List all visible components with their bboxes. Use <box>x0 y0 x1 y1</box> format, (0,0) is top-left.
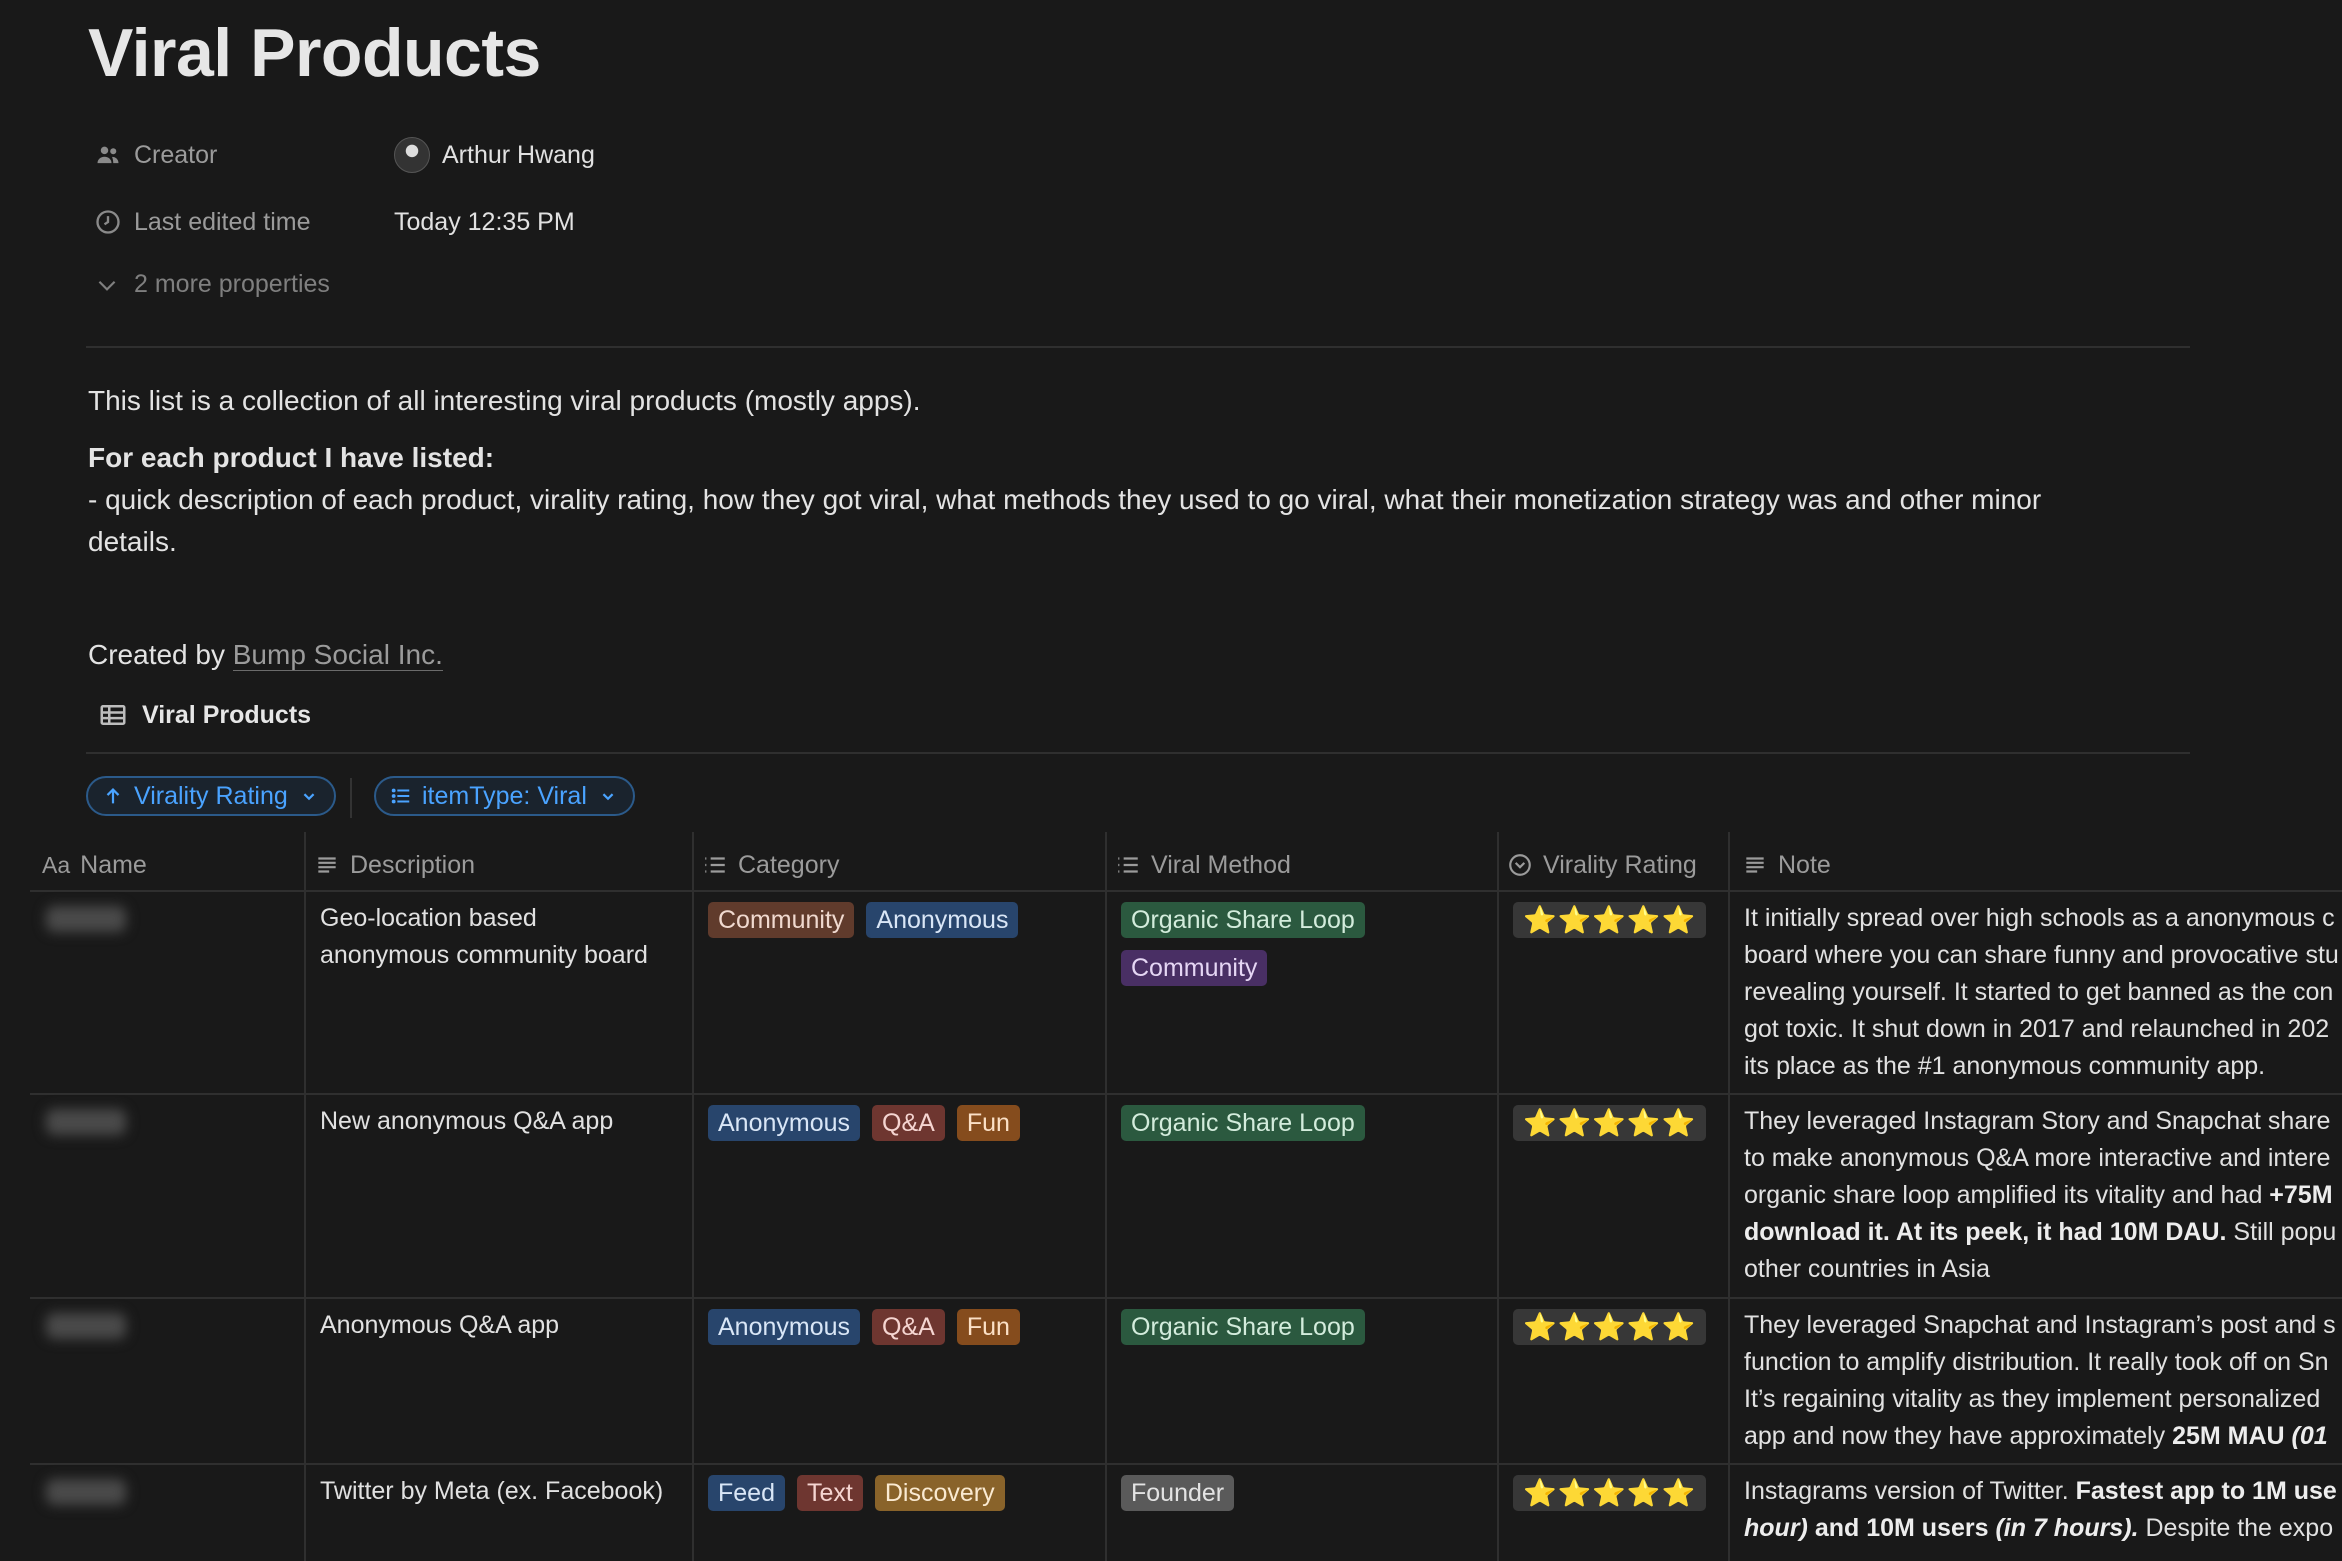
column-name-header[interactable]: Aa Name <box>30 840 147 890</box>
column-description-header[interactable]: Description <box>302 840 475 890</box>
note-cell[interactable]: Instagrams version of Twitter. Fastest a… <box>1744 1473 2342 1547</box>
redacted-name <box>46 1479 126 1505</box>
chip-separator <box>350 778 352 818</box>
text-lines-icon <box>318 857 336 873</box>
category-cell[interactable]: Anonymous Q&A Fun <box>708 1309 1088 1345</box>
chevron-down-icon <box>98 280 116 291</box>
table-header: Aa Name Description Category Viral Metho… <box>30 840 2342 890</box>
note-cell[interactable]: It initially spread over high schools as… <box>1744 900 2342 1085</box>
viral-method-cell[interactable]: Organic Share Loop <box>1121 1105 1421 1141</box>
tag: Organic Share Loop <box>1121 902 1365 938</box>
tag: Organic Share Loop <box>1121 1105 1365 1141</box>
tag: Fun <box>956 1105 1020 1141</box>
viral-method-cell[interactable]: Organic Share Loop <box>1121 1309 1421 1345</box>
divider <box>86 752 2190 754</box>
tag: Q&A <box>872 1105 945 1141</box>
description-cell[interactable]: New anonymous Q&A app <box>320 1103 613 1140</box>
redacted-name <box>46 1313 126 1339</box>
table-row[interactable]: Geo-location based anonymous community b… <box>30 892 2342 1092</box>
description-cell[interactable]: Anonymous Q&A app <box>320 1307 559 1344</box>
rating-stars[interactable]: ⭐⭐⭐⭐⭐ <box>1513 1475 1707 1511</box>
divider <box>86 346 2190 348</box>
note-cell[interactable]: They leveraged Instagram Story and Snapc… <box>1744 1103 2342 1288</box>
tag: Discovery <box>874 1475 1005 1511</box>
table-icon <box>100 705 126 725</box>
creator-label: Creator <box>134 140 218 169</box>
tag: Community <box>1121 950 1268 986</box>
rating-stars[interactable]: ⭐⭐⭐⭐⭐ <box>1513 902 1707 938</box>
arrow-up-icon <box>106 788 120 804</box>
description-cell[interactable]: Twitter by Meta (ex. Facebook) <box>320 1473 663 1510</box>
category-cell[interactable]: Feed Text Discovery <box>708 1475 1088 1511</box>
avatar <box>394 137 430 173</box>
listed-line-1: - quick description of each product, vir… <box>88 484 2042 515</box>
clock-icon <box>96 210 120 234</box>
tag: Founder <box>1121 1475 1235 1511</box>
table-row[interactable]: Twitter by Meta (ex. Facebook) Feed Text… <box>30 1465 2342 1561</box>
column-note-header[interactable]: Note <box>1730 840 1831 890</box>
tag: Anonymous <box>708 1309 861 1345</box>
sort-chip-label: Virality Rating <box>134 781 288 810</box>
created-by-prefix: Created by <box>88 639 225 670</box>
tag: Fun <box>956 1309 1020 1345</box>
listed-heading: For each product I have listed: <box>88 442 495 473</box>
property-last-edited[interactable]: Last edited time Today 12:35 PM <box>94 202 794 242</box>
tag: Organic Share Loop <box>1121 1309 1365 1345</box>
filter-chip[interactable]: itemType: Viral <box>374 776 635 816</box>
list-icon <box>705 857 725 873</box>
list-icon <box>1118 857 1138 873</box>
tag: Feed <box>708 1475 785 1511</box>
list-icon <box>391 788 410 804</box>
redacted-name <box>46 1109 126 1135</box>
more-properties-toggle[interactable]: 2 more properties <box>94 270 330 299</box>
text-property-icon: Aa <box>42 851 71 878</box>
tag: Text <box>796 1475 863 1511</box>
tag: Q&A <box>872 1309 945 1345</box>
rating-stars[interactable]: ⭐⭐⭐⭐⭐ <box>1513 1105 1707 1141</box>
page: Viral Products Creator Arthur Hwang Last… <box>0 0 2342 1561</box>
created-by-link[interactable]: Bump Social Inc. <box>232 639 443 671</box>
viral-method-cell[interactable]: Organic Share Loop Community <box>1121 902 1421 986</box>
tag: Anonymous <box>866 902 1019 938</box>
more-properties-label: 2 more properties <box>134 270 330 298</box>
last-edited-value: Today 12:35 PM <box>394 207 575 236</box>
chevron-down-icon <box>303 793 315 801</box>
column-virality-rating-header[interactable]: Virality Rating <box>1495 840 1697 890</box>
listed-line-2: details. <box>88 526 177 557</box>
tag: Anonymous <box>708 1105 861 1141</box>
description-cell[interactable]: Geo-location based anonymous community b… <box>320 900 648 974</box>
table-row[interactable]: New anonymous Q&A app Anonymous Q&A Fun … <box>30 1095 2342 1297</box>
chevron-down-icon <box>602 793 614 801</box>
column-category-header[interactable]: Category <box>690 840 839 890</box>
creator-value[interactable]: Arthur Hwang <box>442 141 595 170</box>
filter-chip-label: itemType: Viral <box>422 781 587 810</box>
note-cell[interactable]: They leveraged Snapchat and Instagram’s … <box>1744 1307 2342 1455</box>
database-title[interactable]: Viral Products <box>98 700 311 730</box>
redacted-name <box>46 906 126 932</box>
database-title-label: Viral Products <box>142 700 312 729</box>
intro-text: This list is a collection of all interes… <box>88 385 921 416</box>
column-viral-method-header[interactable]: Viral Method <box>1103 840 1291 890</box>
table-row[interactable]: Anonymous Q&A app Anonymous Q&A Fun Orga… <box>30 1299 2342 1463</box>
category-cell[interactable]: Anonymous Q&A Fun <box>708 1105 1088 1141</box>
viral-method-cell[interactable]: Founder <box>1121 1475 1421 1511</box>
sort-chip[interactable]: Virality Rating <box>86 776 336 816</box>
property-creator[interactable]: Creator Arthur Hwang <box>94 135 794 175</box>
page-title: Viral Products <box>88 15 541 91</box>
tag: Community <box>708 902 855 938</box>
rating-stars[interactable]: ⭐⭐⭐⭐⭐ <box>1513 1309 1707 1345</box>
people-icon <box>97 146 119 164</box>
created-by: Created by Bump Social Inc. <box>88 634 2188 676</box>
last-edited-label: Last edited time <box>134 207 311 236</box>
text-lines-icon <box>1746 857 1764 873</box>
category-cell[interactable]: Community Anonymous <box>708 902 1088 938</box>
select-icon <box>1509 854 1531 876</box>
